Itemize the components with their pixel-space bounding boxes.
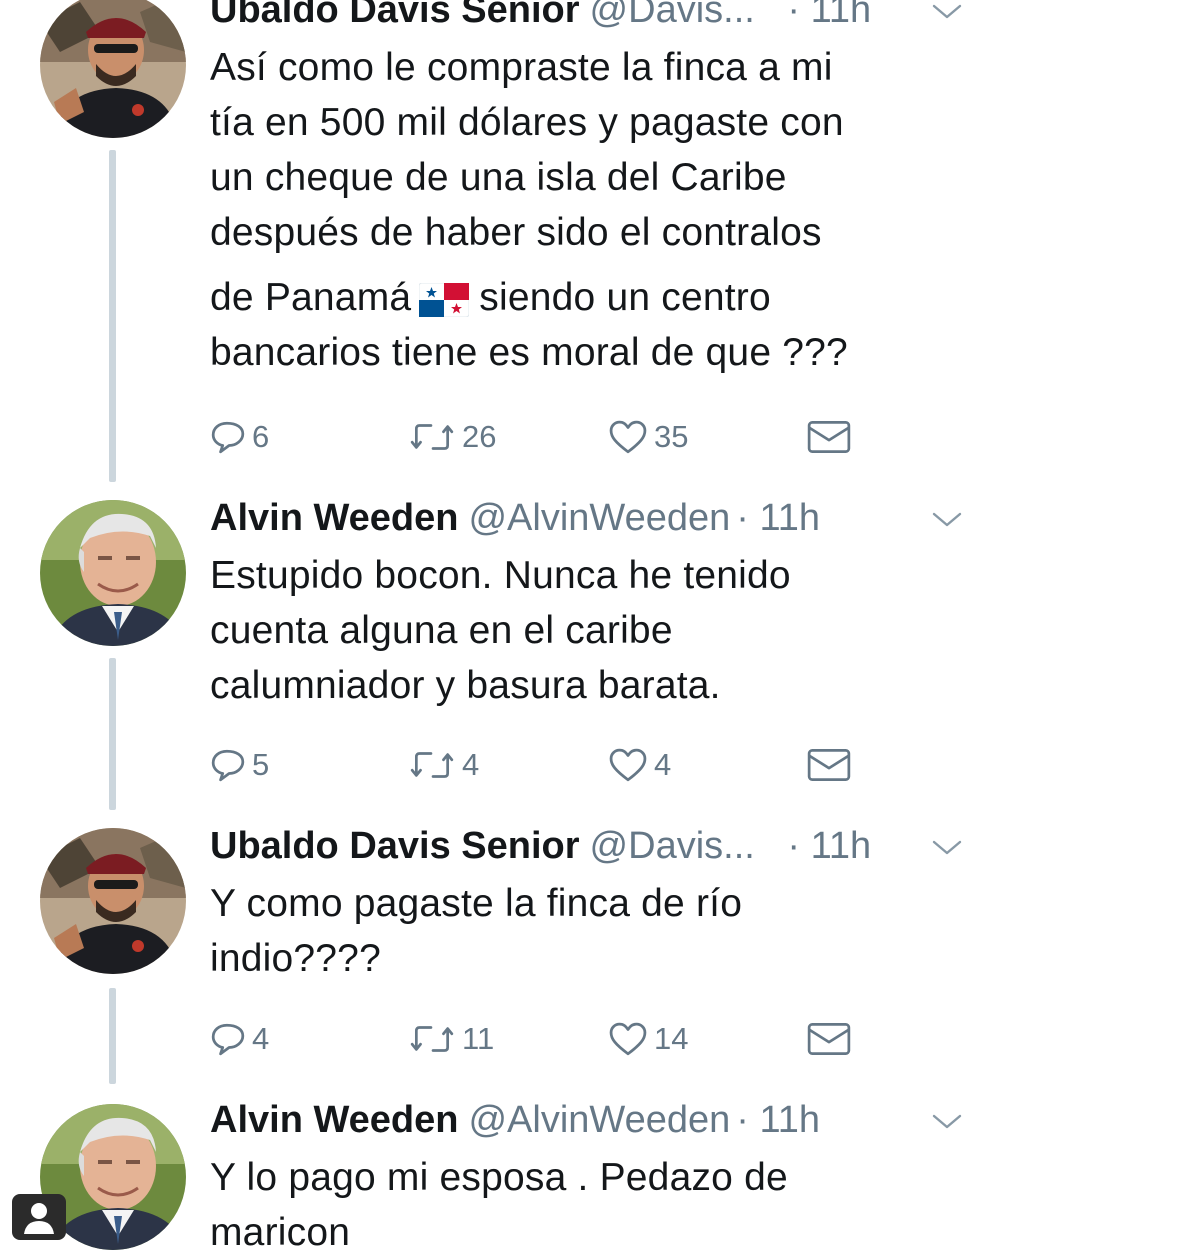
tweet-text-line: Estupido bocon. Nunca he tenido <box>210 554 791 597</box>
tweet-text-line: Y lo pago mi esposa . Pedazo de <box>210 1156 788 1199</box>
like-button[interactable]: 14 <box>608 1014 688 1064</box>
author-name[interactable]: Alvin Weeden <box>210 497 458 539</box>
avatar[interactable] <box>40 0 186 138</box>
like-button[interactable]: 35 <box>608 412 688 462</box>
author-handle[interactable]: @AlvinWeeden <box>468 497 730 539</box>
chevron-down-icon[interactable] <box>930 1112 964 1132</box>
reply-icon <box>211 421 245 454</box>
retweet-icon <box>410 752 454 778</box>
tweet-text-line: después de haber sido el contralos <box>210 211 822 254</box>
retweet-button[interactable]: 4 <box>408 740 479 790</box>
author-handle[interactable]: @AlvinWeeden <box>468 1099 730 1141</box>
like-count: 14 <box>654 1021 689 1056</box>
tweet-text: Y como pagaste la finca de río indio???? <box>210 876 1170 986</box>
like-count: 35 <box>654 419 689 454</box>
thread-line <box>109 150 116 482</box>
tweet-text-line: indio???? <box>210 937 381 980</box>
envelope-icon <box>807 1023 851 1055</box>
envelope-icon <box>807 421 851 453</box>
retweet-icon <box>410 1026 454 1052</box>
tweet-actions: 6 26 35 <box>210 412 910 462</box>
tweet-text: Así como le compraste la finca a mi tía … <box>210 40 1170 380</box>
reply-icon <box>211 1023 245 1056</box>
tweet-text: Y lo pago mi esposa . Pedazo de maricon <box>210 1150 1170 1260</box>
thread-line <box>109 658 116 810</box>
reply-count: 4 <box>252 1021 270 1056</box>
user-icon <box>24 1203 54 1234</box>
tweet-text-fragment: de Panamá <box>210 276 412 319</box>
dm-button[interactable] <box>806 740 858 790</box>
reply-button[interactable]: 4 <box>210 1014 269 1064</box>
dm-button[interactable] <box>806 1014 858 1064</box>
tweet-actions: 4 11 14 <box>210 1014 910 1064</box>
tweet-text: Estupido bocon. Nunca he tenido cuenta a… <box>210 548 1170 713</box>
reply-count: 6 <box>252 419 270 454</box>
author-name[interactable]: Alvin Weeden <box>210 1099 458 1141</box>
tweet-text-line: de Panamá siendo un centro <box>210 270 1170 325</box>
thread-line <box>109 988 116 1084</box>
tweet-text-line: bancarios tiene es moral de que ??? <box>210 331 848 374</box>
avatar[interactable] <box>40 500 186 646</box>
retweet-count: 11 <box>462 1021 495 1056</box>
timestamp[interactable]: · 11h <box>787 825 871 867</box>
reply-count: 5 <box>252 747 270 782</box>
retweet-button[interactable]: 26 <box>408 412 496 462</box>
tweet-text-line: Y como pagaste la finca de río <box>210 882 743 925</box>
like-count: 4 <box>654 747 672 782</box>
chevron-down-icon[interactable] <box>930 2 964 22</box>
reply-button[interactable]: 6 <box>210 412 269 462</box>
tweet-text-line: tía en 500 mil dólares y pagaste con <box>210 101 844 144</box>
panama-flag-icon <box>419 282 470 317</box>
author-handle[interactable]: @Davis... <box>590 0 755 31</box>
avatar[interactable] <box>40 828 186 974</box>
envelope-icon <box>807 749 851 781</box>
reply-icon <box>211 749 245 782</box>
tweet-text-line: cuenta alguna en el caribe <box>210 609 673 652</box>
chevron-down-icon[interactable] <box>930 510 964 530</box>
tweet-actions: 5 4 4 <box>210 740 910 790</box>
tweet-text-line: un cheque de una isla del Caribe <box>210 156 787 199</box>
author-name[interactable]: Ubaldo Davis Senior <box>210 825 580 867</box>
retweet-count: 4 <box>462 747 480 782</box>
tweet-text-fragment: siendo un centro <box>479 276 771 319</box>
dm-button[interactable] <box>806 412 858 462</box>
tweet-header: Alvin Weeden @AlvinWeeden · 11h <box>210 496 820 540</box>
retweet-count: 26 <box>462 419 497 454</box>
tweet-header: Ubaldo Davis Senior @Davis... · 11h <box>210 0 871 32</box>
timestamp[interactable]: · 11h <box>787 0 871 31</box>
heart-icon <box>609 1022 647 1056</box>
retweet-icon <box>410 424 454 450</box>
author-handle[interactable]: @Davis... <box>590 825 755 867</box>
tweet-text-line: Así como le compraste la finca a mi <box>210 46 833 89</box>
chevron-down-icon[interactable] <box>930 838 964 858</box>
tweet-header: Alvin Weeden @AlvinWeeden · 11h <box>210 1098 820 1142</box>
like-button[interactable]: 4 <box>608 740 671 790</box>
profile-overlay-icon[interactable] <box>12 1194 66 1240</box>
timestamp[interactable]: · 11h <box>736 1099 820 1141</box>
heart-icon <box>609 748 647 782</box>
reply-button[interactable]: 5 <box>210 740 269 790</box>
heart-icon <box>609 420 647 454</box>
timestamp[interactable]: · 11h <box>736 497 820 539</box>
author-name[interactable]: Ubaldo Davis Senior <box>210 0 580 31</box>
tweet-text-line: maricon <box>210 1211 351 1254</box>
retweet-button[interactable]: 11 <box>408 1014 494 1064</box>
tweet-header: Ubaldo Davis Senior @Davis... · 11h <box>210 824 871 868</box>
tweet-text-line: calumniador y basura barata. <box>210 664 721 707</box>
